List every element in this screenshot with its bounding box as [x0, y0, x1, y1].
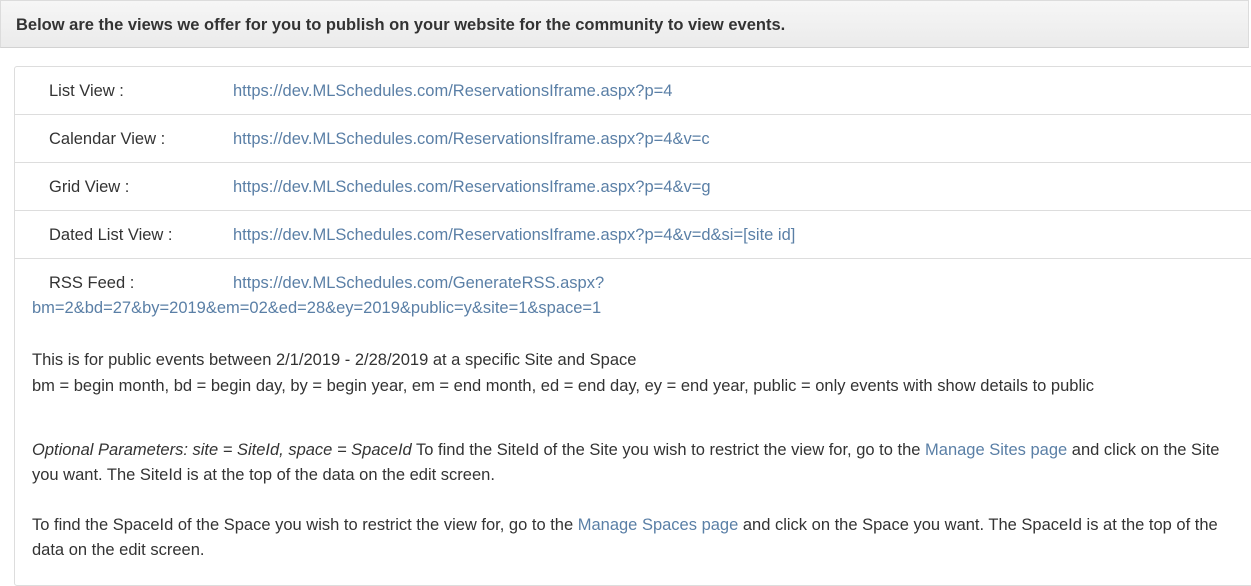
view-url-link[interactable]: https://dev.MLSchedules.com/Reservations… [233, 226, 795, 245]
view-row-dated-list: Dated List View : https://dev.MLSchedule… [15, 211, 1251, 259]
view-label: Calendar View : [49, 130, 166, 148]
space-instructions-text: To find the SpaceId of the Space you wis… [32, 516, 578, 534]
optional-parameters-label: Optional Parameters: site = SiteId, spac… [32, 441, 412, 459]
manage-spaces-link[interactable]: Manage Spaces page [578, 516, 739, 534]
public-events-note: This is for public events between 2/1/20… [32, 351, 637, 369]
manage-sites-link[interactable]: Manage Sites page [925, 441, 1067, 459]
rss-feed-link-continued[interactable]: bm=2&bd=27&by=2019&em=02&ed=28&ey=2019&p… [32, 299, 601, 318]
view-label: List View : [49, 82, 124, 100]
view-row-grid: Grid View : https://dev.MLSchedules.com/… [15, 163, 1251, 211]
rss-feed-link[interactable]: https://dev.MLSchedules.com/GenerateRSS.… [233, 274, 604, 293]
view-url-link[interactable]: https://dev.MLSchedules.com/Reservations… [233, 178, 711, 197]
site-instructions-text: To find the SiteId of the Site you wish … [411, 441, 926, 459]
parameter-legend: bm = begin month, bd = begin day, by = b… [32, 377, 1095, 395]
view-label: Dated List View : [49, 226, 173, 244]
optional-parameters-note: Optional Parameters: site = SiteId, spac… [32, 438, 1232, 488]
views-panel: List View : https://dev.MLSchedules.com/… [14, 66, 1251, 586]
page-title: Below are the views we offer for you to … [16, 16, 786, 34]
view-url-link[interactable]: https://dev.MLSchedules.com/Reservations… [233, 130, 710, 149]
space-instructions-note: To find the SpaceId of the Space you wis… [32, 513, 1242, 563]
rss-feed-label: RSS Feed : [49, 274, 135, 292]
view-url-link[interactable]: https://dev.MLSchedules.com/Reservations… [233, 82, 672, 101]
view-row-calendar: Calendar View : https://dev.MLSchedules.… [15, 115, 1251, 163]
page-header: Below are the views we offer for you to … [0, 0, 1249, 48]
view-row-list: List View : https://dev.MLSchedules.com/… [15, 67, 1251, 115]
view-label: Grid View : [49, 178, 130, 196]
